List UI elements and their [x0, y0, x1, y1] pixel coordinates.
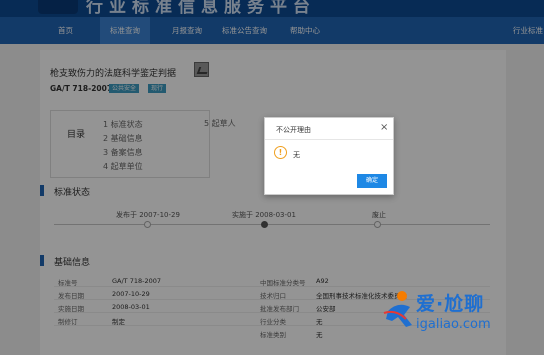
watermark: 爱·尬聊 igaliao.com: [380, 287, 544, 355]
reason-dialog: 不公开理由 × 无 确定: [264, 117, 394, 195]
warning-icon: [274, 146, 287, 159]
watermark-figure-icon: [383, 291, 412, 327]
dialog-title: 不公开理由: [276, 126, 311, 134]
close-icon[interactable]: ×: [380, 123, 388, 133]
watermark-text: 爱·尬聊: [416, 293, 485, 315]
ok-button[interactable]: 确定: [357, 174, 387, 188]
dialog-message: 无: [293, 151, 300, 159]
watermark-url: igaliao.com: [416, 317, 491, 332]
dialog-header: 不公开理由 ×: [265, 118, 393, 140]
